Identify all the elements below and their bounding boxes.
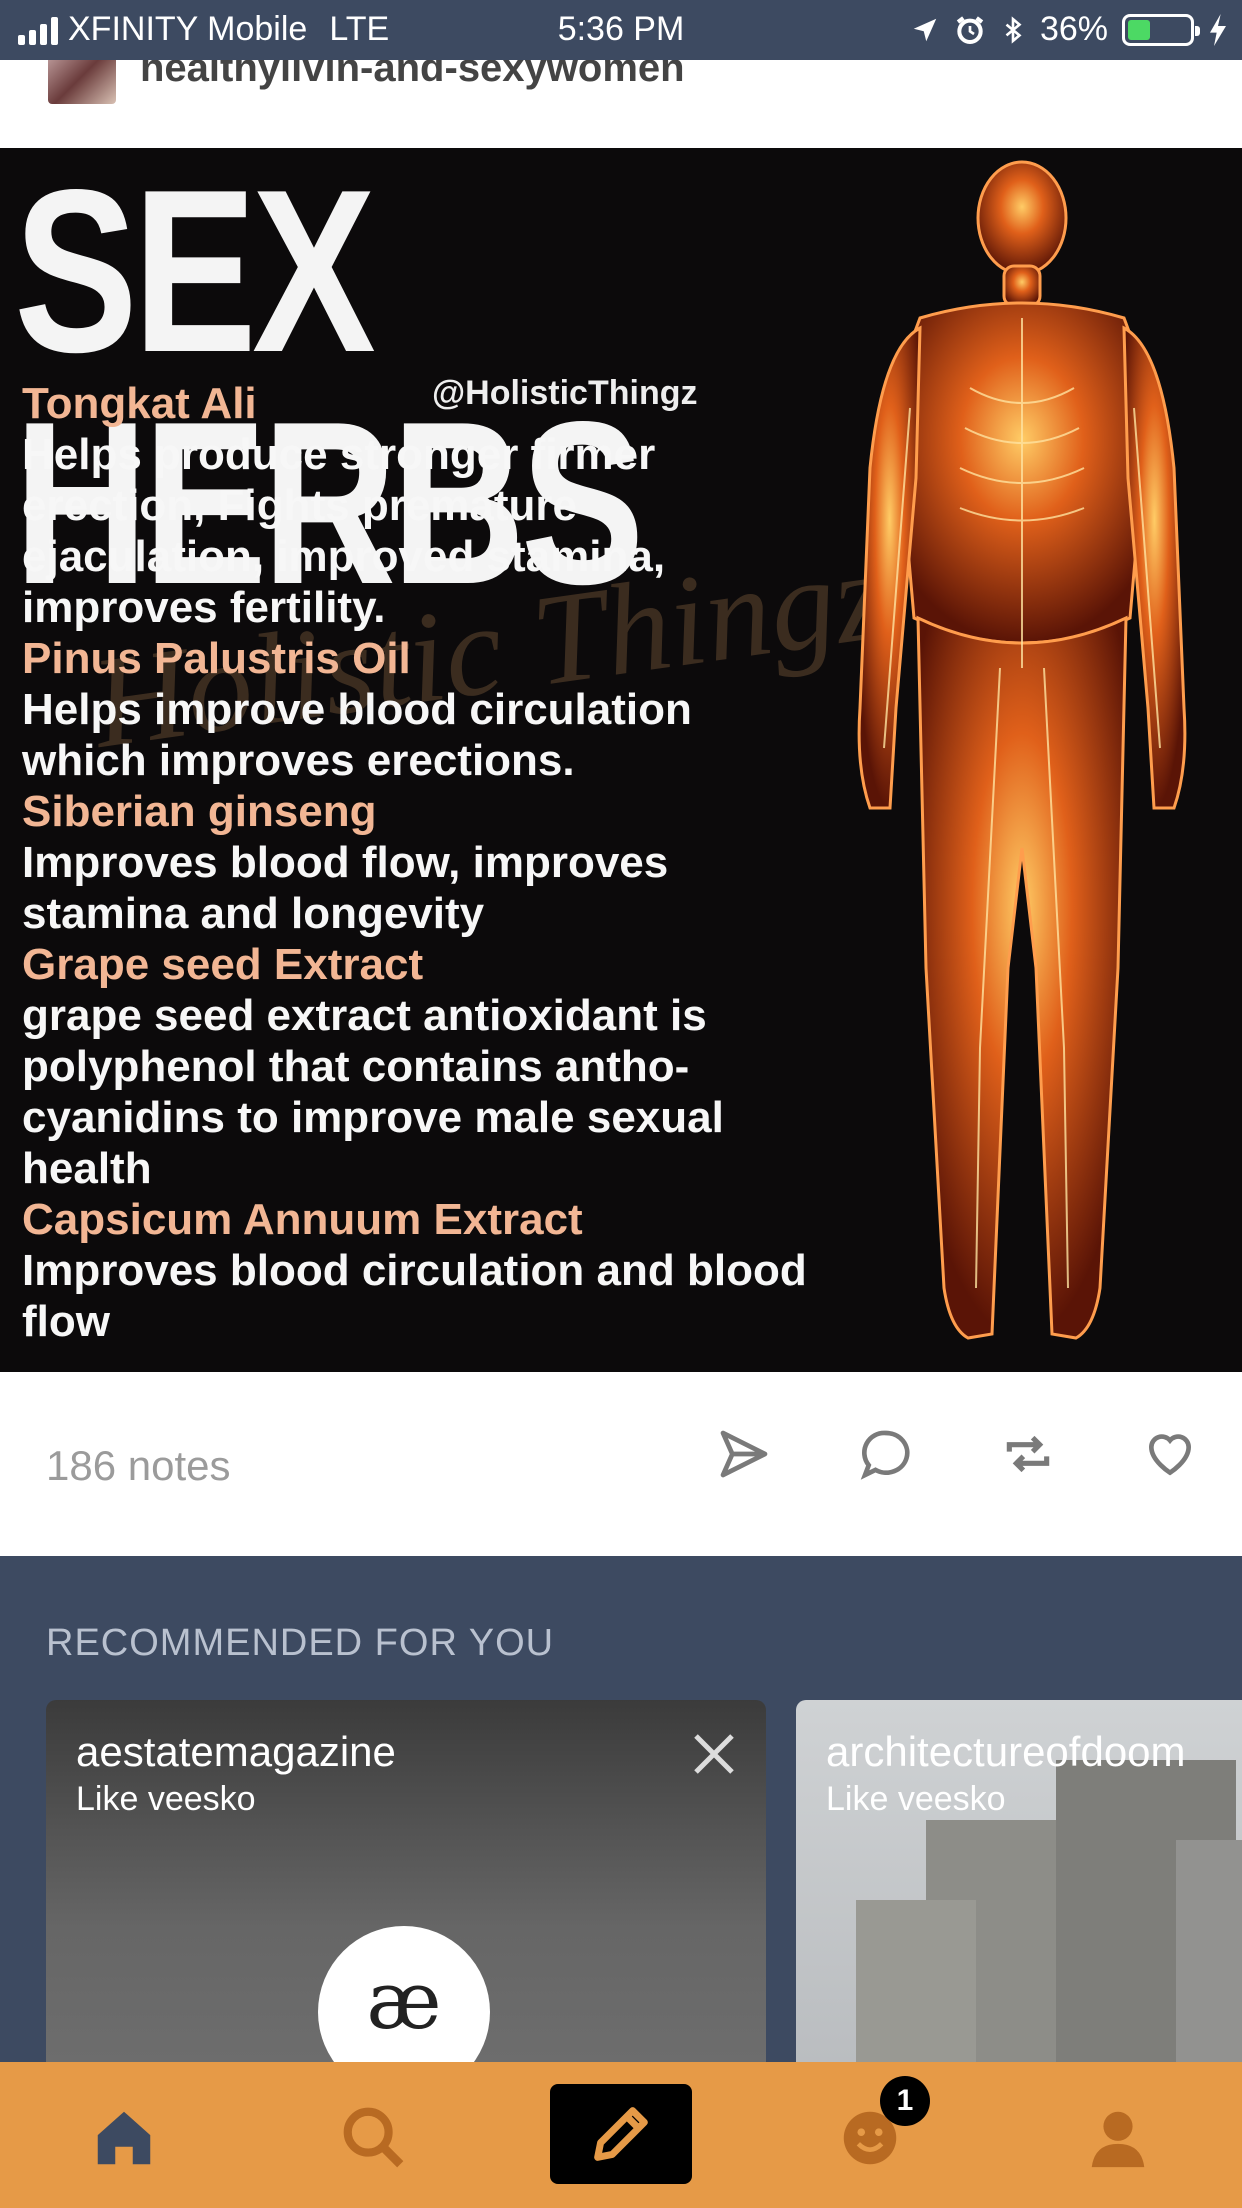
battery-icon <box>1122 13 1200 46</box>
herb-name: Pinus Palustris Oil <box>22 634 411 683</box>
card-blog-name[interactable]: aestatemagazine <box>76 1728 396 1776</box>
status-icons: 36% <box>910 10 1228 49</box>
card-avatar[interactable]: æ <box>318 1926 490 2064</box>
tab-bar: 1 <box>0 2062 1242 2208</box>
location-arrow-icon <box>913 18 937 41</box>
card-reason: Like veesko <box>76 1780 256 1818</box>
recommended-card[interactable]: architectureofdoom Like veesko <box>796 1700 1242 2064</box>
tab-account[interactable] <box>1078 2098 1158 2178</box>
herb-list: Tongkat Ali Helps produce stronger firme… <box>22 378 822 1347</box>
reply-icon[interactable] <box>858 1426 914 1482</box>
status-bar: XFINITY Mobile LTE 5:36 PM 36% <box>0 0 1242 60</box>
alarm-icon <box>956 15 984 44</box>
notification-badge: 1 <box>880 2076 930 2126</box>
tab-search[interactable] <box>334 2098 414 2178</box>
herb-description: Improves blood circulation and blood flo… <box>22 1246 807 1346</box>
battery-percent: 36% <box>1039 10 1108 48</box>
close-icon[interactable] <box>690 1730 738 1778</box>
herb-name: Siberian ginseng <box>22 787 377 836</box>
post-image[interactable]: Holistic Thingz SEX HERBS @HolisticThing… <box>0 148 1242 1372</box>
account-icon <box>1091 2111 1145 2168</box>
bluetooth-icon <box>1005 15 1022 44</box>
post-header: healthylivin-and-sexywomen <box>0 60 1242 148</box>
herb-description: grape seed extract antioxidant is polyph… <box>22 991 724 1193</box>
post-footer: 186 notes <box>0 1372 1242 1556</box>
like-icon[interactable] <box>1142 1426 1198 1482</box>
herb-name: Grape seed Extract <box>22 940 424 989</box>
blog-avatar[interactable] <box>46 60 118 106</box>
card-blog-name[interactable]: architectureofdoom <box>826 1728 1186 1776</box>
herb-name: Tongkat Ali <box>22 379 257 428</box>
reblog-icon[interactable] <box>1000 1426 1056 1482</box>
search-icon <box>343 2107 404 2168</box>
blog-name[interactable]: healthylivin-and-sexywomen <box>140 60 685 91</box>
herb-description: Improves blood flow, improves stamina an… <box>22 838 669 938</box>
charging-bolt-icon <box>1210 13 1226 46</box>
notes-count[interactable]: 186 notes <box>46 1442 231 1490</box>
share-icon[interactable] <box>716 1426 772 1482</box>
post-actions <box>716 1426 1198 1482</box>
herb-description: Helps improve blood circulation which im… <box>22 685 692 785</box>
tab-home[interactable] <box>84 2098 164 2178</box>
compose-icon <box>594 2107 648 2161</box>
herb-description: Helps produce stronger firmer erection, … <box>22 430 666 632</box>
home-icon <box>97 2111 151 2165</box>
card-reason: Like veesko <box>826 1780 1006 1818</box>
recommended-section: RECOMMENDED FOR YOU aestatemagazine Like… <box>0 1556 1242 2064</box>
herb-name: Capsicum Annuum Extract <box>22 1195 583 1244</box>
tab-compose[interactable] <box>550 2084 692 2184</box>
recommended-card[interactable]: aestatemagazine Like veesko æ <box>46 1700 766 2064</box>
recommended-heading: RECOMMENDED FOR YOU <box>46 1622 555 1664</box>
